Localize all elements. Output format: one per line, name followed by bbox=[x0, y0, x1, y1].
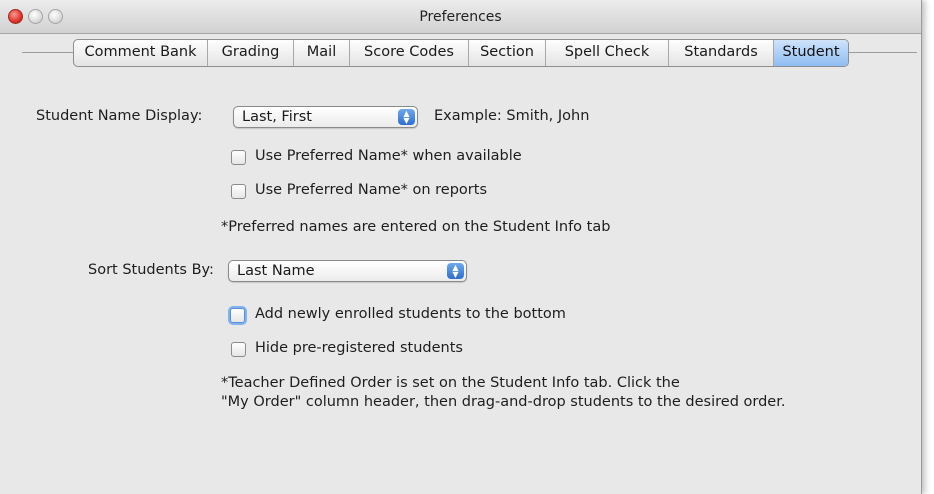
popup-arrows-icon: ▲ ▼ bbox=[447, 263, 464, 279]
student-tab-panel: Student Name Display: Last, First ▲ ▼ Exa… bbox=[0, 66, 921, 494]
tab-standards[interactable]: Standards bbox=[669, 40, 774, 66]
use-preferred-available-label[interactable]: Use Preferred Name* when available bbox=[255, 148, 522, 164]
hide-preregistered-label[interactable]: Hide pre-registered students bbox=[255, 340, 463, 356]
sort-students-value: Last Name bbox=[237, 263, 315, 279]
tab-bar: Comment Bank Grading Mail Score Codes Se… bbox=[73, 39, 849, 67]
preferences-window: Preferences Comment Bank Grading Mail Sc… bbox=[0, 0, 922, 494]
hide-preregistered-checkbox[interactable] bbox=[231, 342, 246, 357]
tab-score-codes[interactable]: Score Codes bbox=[350, 40, 469, 66]
name-display-value: Last, First bbox=[242, 109, 312, 125]
sort-students-label: Sort Students By: bbox=[88, 262, 214, 278]
tab-spell-check[interactable]: Spell Check bbox=[546, 40, 669, 66]
order-note-line2: "My Order" column header, then drag-and-… bbox=[221, 394, 786, 410]
tab-section[interactable]: Section bbox=[469, 40, 546, 66]
order-note-line1: *Teacher Defined Order is set on the Stu… bbox=[221, 375, 680, 391]
tab-grading[interactable]: Grading bbox=[208, 40, 294, 66]
preferred-name-note: *Preferred names are entered on the Stud… bbox=[221, 219, 611, 235]
use-preferred-available-checkbox[interactable] bbox=[231, 150, 246, 165]
title-bar[interactable]: Preferences bbox=[0, 0, 921, 34]
use-preferred-reports-label[interactable]: Use Preferred Name* on reports bbox=[255, 182, 487, 198]
use-preferred-reports-checkbox[interactable] bbox=[231, 184, 246, 199]
tab-student[interactable]: Student bbox=[774, 40, 848, 66]
name-example-text: Example: Smith, John bbox=[434, 108, 590, 124]
name-display-popup[interactable]: Last, First ▲ ▼ bbox=[233, 106, 418, 128]
sort-students-popup[interactable]: Last Name ▲ ▼ bbox=[228, 260, 467, 282]
add-to-bottom-checkbox[interactable] bbox=[230, 308, 245, 323]
tab-mail[interactable]: Mail bbox=[294, 40, 350, 66]
popup-arrows-icon: ▲ ▼ bbox=[398, 109, 415, 125]
name-display-label: Student Name Display: bbox=[36, 108, 203, 124]
add-to-bottom-label[interactable]: Add newly enrolled students to the botto… bbox=[255, 306, 566, 322]
tab-comment-bank[interactable]: Comment Bank bbox=[74, 40, 208, 66]
window-title: Preferences bbox=[419, 9, 502, 25]
